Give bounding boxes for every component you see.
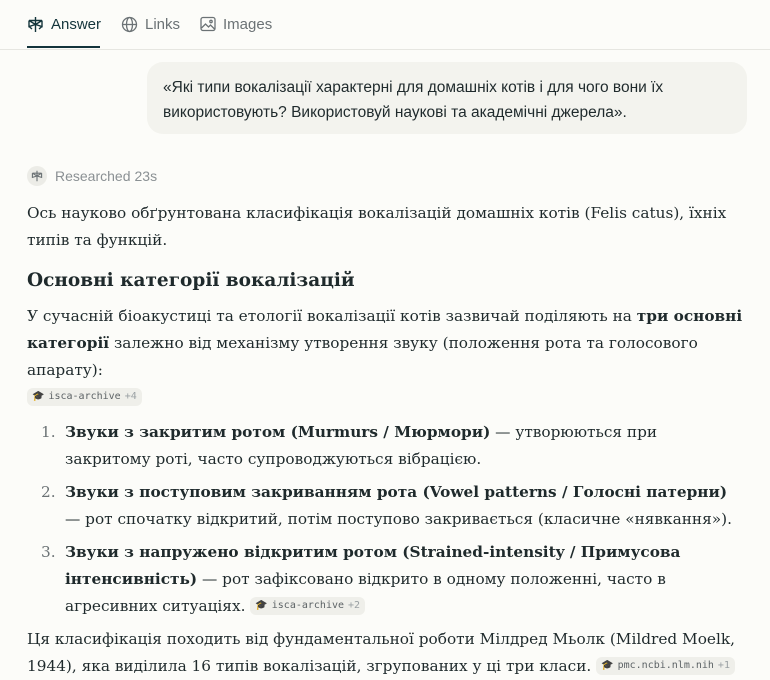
tab-answer-label: Answer bbox=[51, 15, 102, 33]
globe-icon bbox=[121, 16, 138, 33]
list-item-title: Звуки з закритим ротом (Murmurs / Мюрмор… bbox=[65, 423, 491, 441]
categories-list: 1. Звуки з закритим ротом (Murmurs / Мюр… bbox=[27, 419, 747, 620]
active-tab-indicator bbox=[27, 46, 100, 48]
answer-content: Ось науково обґрунтована класифікація во… bbox=[27, 200, 747, 680]
image-icon bbox=[200, 16, 216, 32]
list-item-text: — рот спочатку відкритий, потім поступов… bbox=[65, 510, 732, 528]
list-number: 3. bbox=[41, 543, 56, 561]
categories-paragraph: У сучасній біоакустиці та етології вокал… bbox=[27, 303, 747, 411]
citation-chip[interactable]: 🎓 isca-archive +2 bbox=[250, 597, 366, 615]
intro-paragraph: Ось науково обґрунтована класифікація во… bbox=[27, 204, 727, 249]
citation-count: +1 bbox=[717, 660, 730, 671]
tab-images[interactable]: Images bbox=[200, 12, 272, 36]
citation-source: pmc.ncbi.nlm.nih bbox=[617, 660, 714, 671]
researched-label: Researched bbox=[55, 168, 131, 184]
user-query-bubble: «Які типи вокалізації характерні для дом… bbox=[147, 62, 747, 134]
citation-source: isca-archive bbox=[48, 391, 121, 402]
citation-count: +2 bbox=[348, 600, 361, 611]
list-number: 1. bbox=[41, 423, 56, 441]
citation-source: isca-archive bbox=[271, 600, 345, 611]
list-item-title: Звуки з поступовим закриванням рота (Vow… bbox=[65, 483, 728, 501]
perplexity-icon bbox=[27, 166, 47, 186]
list-item: 1. Звуки з закритим ротом (Murmurs / Мюр… bbox=[27, 419, 747, 473]
list-item: 2. Звуки з поступовим закриванням рота (… bbox=[27, 479, 747, 533]
tab-answer[interactable]: Answer bbox=[27, 12, 101, 36]
academic-cap-icon: 🎓 bbox=[32, 391, 45, 402]
tab-bar: Answer Links Images bbox=[0, 0, 770, 50]
perplexity-icon bbox=[27, 16, 44, 33]
paragraph-text: У сучасній біоакустиці та етології вокал… bbox=[27, 307, 637, 325]
closing-paragraph: Ця класифікація походить від фундаментал… bbox=[27, 626, 747, 680]
tab-links-label: Links bbox=[145, 15, 181, 33]
citation-count: +4 bbox=[124, 391, 137, 402]
list-item: 3. Звуки з напружено відкритим ротом (St… bbox=[27, 539, 747, 620]
researched-status[interactable]: Researched 23s bbox=[27, 166, 157, 186]
tab-links[interactable]: Links bbox=[121, 12, 180, 36]
list-number: 2. bbox=[41, 483, 56, 501]
researched-duration: 23s bbox=[134, 168, 158, 184]
section-heading: Основні категорії вокалізацій bbox=[27, 270, 355, 291]
academic-cap-icon: 🎓 bbox=[601, 660, 614, 671]
paragraph-text: залежно від механізму утворення звуку (п… bbox=[27, 334, 698, 379]
citation-chip[interactable]: 🎓 pmc.ncbi.nlm.nih +1 bbox=[596, 657, 735, 675]
tab-images-label: Images bbox=[223, 15, 273, 33]
academic-cap-icon: 🎓 bbox=[255, 600, 268, 611]
citation-chip[interactable]: 🎓 isca-archive +4 bbox=[27, 388, 142, 406]
